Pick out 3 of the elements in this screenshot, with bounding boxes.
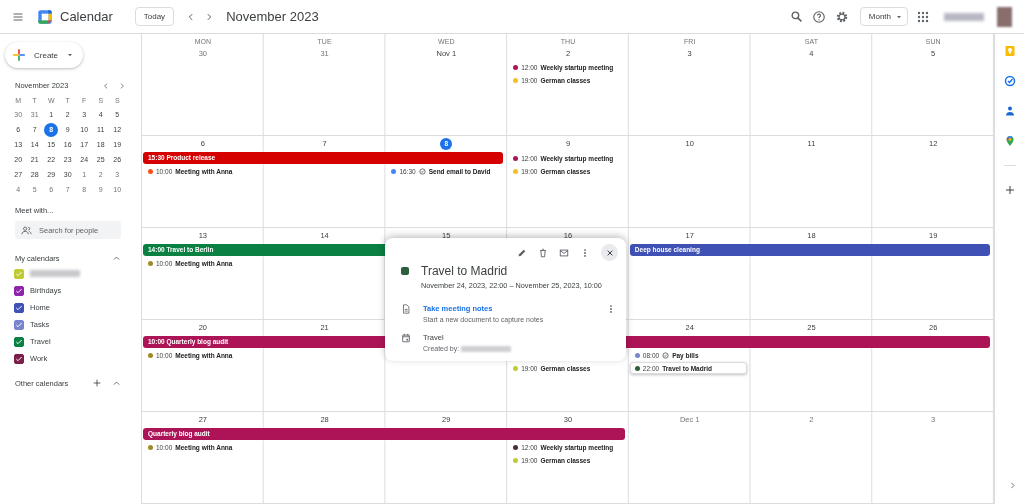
period-title: November 2023 xyxy=(226,9,319,24)
event-title: Travel to Madrid xyxy=(421,264,508,278)
app-title: Calendar xyxy=(60,9,113,24)
